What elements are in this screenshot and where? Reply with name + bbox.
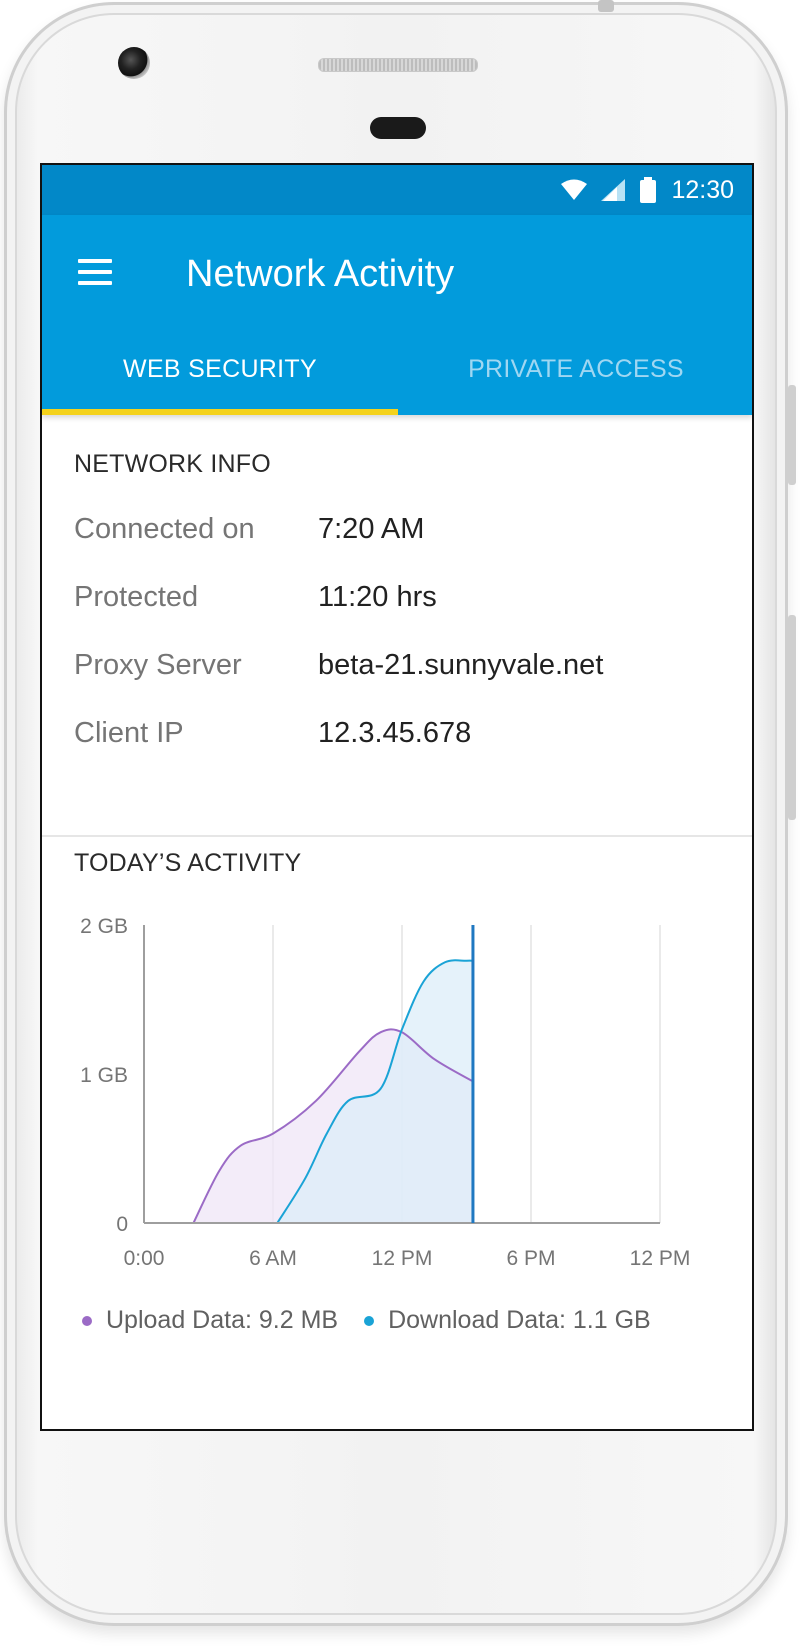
- info-row-protected: Protected 11:20 hrs: [74, 581, 714, 621]
- x-tick-label: 6 PM: [506, 1247, 555, 1270]
- hamburger-menu-icon-line: [78, 281, 112, 285]
- legend-dot-upload: [82, 1315, 92, 1326]
- page-title: Network Activity: [186, 253, 455, 295]
- legend-dot-download: [364, 1315, 375, 1326]
- chart-legend: Upload Data: 9.2 MB Download Data: 1.1 G…: [82, 1306, 651, 1335]
- legend-item-download: Download Data: 1.1 GB: [364, 1306, 651, 1335]
- tab-web-security[interactable]: WEB SECURITY: [42, 355, 398, 415]
- proximity-sensor: [370, 117, 426, 139]
- info-value: 11:20 hrs: [318, 581, 437, 613]
- x-tick-label: 6 AM: [249, 1247, 297, 1270]
- menu-button[interactable]: [76, 255, 116, 291]
- earpiece-speaker: [318, 58, 478, 72]
- info-value: 12.3.45.678: [318, 717, 472, 749]
- battery-icon: [640, 177, 657, 203]
- activity-chart: 0 1 GB 2 GB 0:00 6 AM 12 PM 6 PM 12 PM: [80, 915, 691, 1270]
- y-tick-label: 1 GB: [80, 1064, 128, 1087]
- legend-item-upload: Upload Data: 9.2 MB: [82, 1306, 338, 1335]
- status-clock: 12:30: [671, 175, 734, 204]
- y-tick-label: 2 GB: [80, 915, 128, 938]
- app-screen: 12:30 Network Activity WEB SECURITY PRIV…: [40, 163, 754, 1431]
- power-button: [598, 0, 614, 12]
- front-camera: [118, 47, 150, 79]
- x-tick-label: 12 PM: [630, 1247, 691, 1270]
- section-divider: [42, 835, 752, 837]
- tab-private-access[interactable]: PRIVATE ACCESS: [398, 355, 752, 415]
- info-label: Proxy Server: [74, 649, 242, 681]
- info-value: beta-21.sunnyvale.net: [318, 649, 604, 681]
- legend-label-upload: Upload Data: 9.2 MB: [106, 1306, 339, 1334]
- info-row-proxy-server: Proxy Server beta-21.sunnyvale.net: [74, 649, 714, 689]
- info-label: Protected: [74, 581, 199, 613]
- todays-activity-heading: TODAY’S ACTIVITY: [74, 849, 302, 877]
- info-value: 7:20 AM: [318, 513, 425, 545]
- hamburger-menu-icon: [78, 259, 112, 263]
- info-row-connected: Connected on 7:20 AM: [74, 513, 714, 553]
- status-bar: 12:30: [42, 165, 752, 215]
- volume-up-button: [788, 385, 796, 485]
- cell-signal-icon: [601, 179, 626, 201]
- app-bar: Network Activity WEB SECURITY PRIVATE AC…: [42, 215, 752, 415]
- hamburger-menu-icon-line: [78, 270, 112, 274]
- network-info-heading: NETWORK INFO: [74, 450, 271, 478]
- y-tick-label: 0: [116, 1213, 128, 1236]
- x-tick-label: 12 PM: [372, 1247, 433, 1270]
- active-tab-indicator: [42, 409, 398, 415]
- wifi-icon: [561, 179, 588, 200]
- info-label: Connected on: [74, 513, 255, 545]
- legend-label-download: Download Data: 1.1 GB: [388, 1306, 651, 1334]
- info-label: Client IP: [74, 717, 184, 749]
- x-tick-label: 0:00: [124, 1247, 165, 1270]
- info-row-client-ip: Client IP 12.3.45.678: [74, 717, 714, 757]
- volume-down-button: [788, 615, 796, 820]
